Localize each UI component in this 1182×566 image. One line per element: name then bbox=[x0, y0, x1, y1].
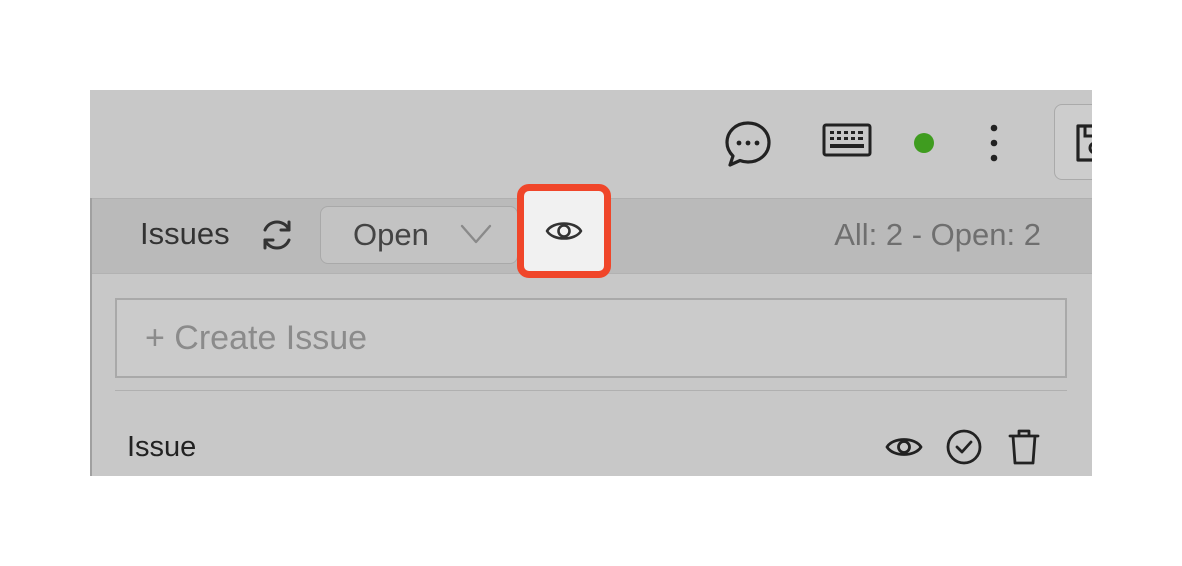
status-filter-select[interactable]: Open bbox=[320, 206, 518, 264]
chat-bubble-icon[interactable] bbox=[722, 118, 774, 170]
eye-icon[interactable] bbox=[884, 426, 924, 468]
issue-counts: All: 2 - Open: 2 bbox=[834, 217, 1041, 252]
status-filter-value: Open bbox=[353, 217, 429, 252]
issues-title: Issues bbox=[140, 216, 230, 251]
refresh-icon[interactable] bbox=[256, 214, 298, 256]
issue-title: Issue bbox=[127, 431, 197, 463]
save-button[interactable] bbox=[1054, 104, 1092, 180]
more-vertical-icon[interactable] bbox=[980, 118, 1008, 168]
save-icon bbox=[1075, 123, 1092, 168]
create-issue-input[interactable] bbox=[115, 298, 1067, 378]
list-divider bbox=[115, 390, 1067, 391]
chevron-down-icon bbox=[459, 221, 493, 252]
eye-icon bbox=[544, 217, 584, 250]
connection-status-dot bbox=[914, 133, 934, 153]
panel-left-border bbox=[90, 198, 92, 476]
trash-icon[interactable] bbox=[1004, 426, 1044, 468]
toggle-watch-button[interactable] bbox=[517, 184, 611, 278]
check-circle-icon[interactable] bbox=[944, 426, 984, 468]
top-toolbar bbox=[90, 90, 1092, 198]
keyboard-icon[interactable] bbox=[820, 120, 874, 160]
issues-panel: Issues Open All: 2 - Open: 2 Is bbox=[90, 90, 1092, 476]
